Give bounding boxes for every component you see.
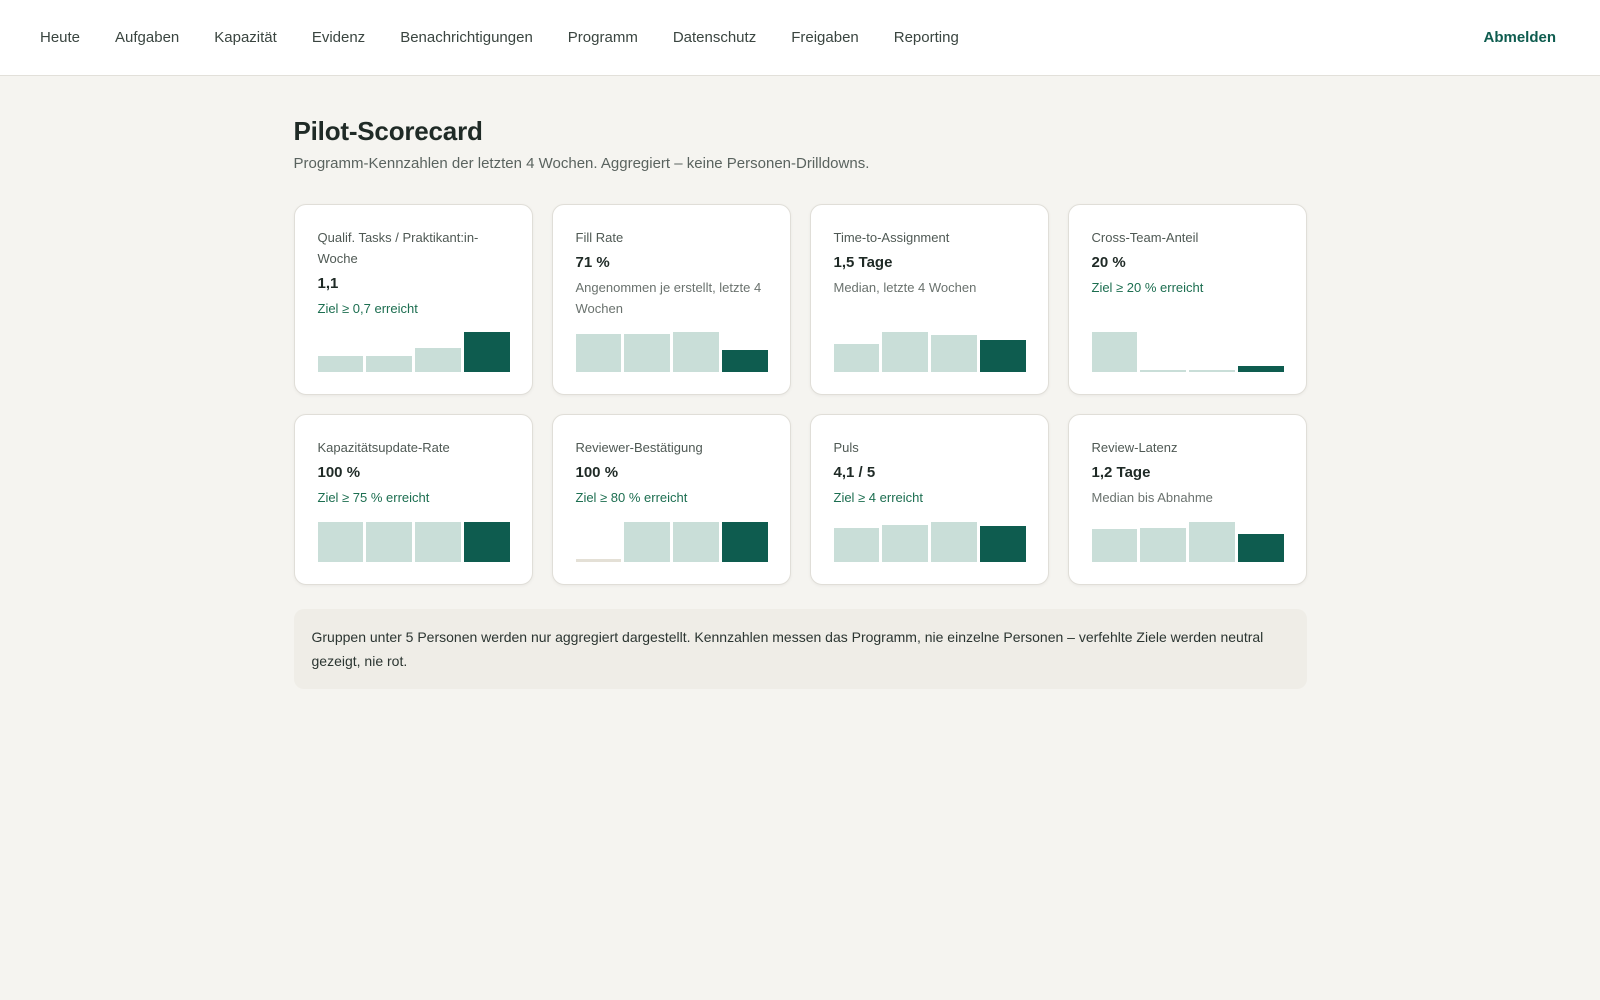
kpi-card-review-latenz: Review-Latenz 1,2 Tage Median bis Abnahm…: [1067, 414, 1307, 585]
kpi-note: Ziel ≥ 75 % erreicht: [317, 490, 430, 505]
kpi-card-cross-team: Cross-Team-Anteil 20 % Ziel ≥ 20 % errei…: [1067, 204, 1307, 395]
nav-item-datenschutz[interactable]: Datenschutz: [673, 29, 756, 46]
trend-bar-week-2: [1140, 370, 1186, 372]
nav-item-evidenz[interactable]: Evidenz: [312, 29, 365, 46]
trend-bar-week-4: [1237, 366, 1284, 372]
trend-bar-week-3: [1189, 370, 1235, 372]
trend-bar-week-3: [931, 335, 977, 372]
kpi-label: Kapazitätsupdate-Rate: [317, 440, 450, 455]
kpi-card-time-to-assignment: Time-to-Assignment 1,5 Tage Median, letz…: [809, 204, 1049, 395]
kpi-note: Ziel ≥ 80 % erreicht: [575, 490, 688, 505]
trend-bar-week-1: [575, 559, 622, 562]
trend-bar-week-1: [833, 344, 880, 372]
trend-bar-week-3: [415, 522, 461, 562]
trend-bar-week-4: [979, 340, 1026, 372]
page-title: Pilot-Scorecard: [293, 116, 483, 146]
trend-bar-week-3: [931, 522, 977, 562]
kpi-note: Median bis Abnahme: [1091, 490, 1213, 505]
kpi-note: Ziel ≥ 0,7 erreicht: [317, 301, 418, 316]
trend-bar-week-4: [721, 522, 768, 562]
kpi-value: 100 %: [317, 464, 361, 481]
trend-bar-week-1: [833, 528, 880, 562]
trend-bar-week-1: [575, 334, 622, 372]
kpi-trend-chart: [833, 522, 1026, 562]
nav-item-aufgaben[interactable]: Aufgaben: [115, 29, 179, 46]
kpi-label: Puls: [833, 440, 859, 455]
kpi-note: Ziel ≥ 20 % erreicht: [1091, 280, 1204, 295]
kpi-label: Review-Latenz: [1091, 440, 1178, 455]
trend-bar-week-1: [317, 356, 364, 372]
kpi-value: 71 %: [575, 254, 610, 271]
trend-bar-week-2: [1140, 528, 1186, 562]
trend-bar-week-2: [366, 356, 412, 372]
kpi-value: 1,2 Tage: [1091, 464, 1151, 481]
logout-link[interactable]: Abmelden: [1483, 29, 1556, 46]
kpi-note: Ziel ≥ 4 erreicht: [833, 490, 924, 505]
kpi-value: 1,5 Tage: [833, 254, 893, 271]
kpi-label: Cross-Team-Anteil: [1091, 230, 1199, 245]
trend-bar-week-2: [882, 332, 928, 372]
top-navigation: Heute Aufgaben Kapazität Evidenz Benachr…: [0, 0, 1600, 76]
kpi-note: Angenommen je erstellt, letzte 4 Wochen: [575, 280, 762, 316]
kpi-card-qualif-tasks: Qualif. Tasks / Praktikant:in-Woche 1,1 …: [293, 204, 533, 395]
trend-bar-week-3: [673, 332, 719, 372]
kpi-trend-chart: [575, 522, 768, 562]
trend-bar-week-4: [721, 350, 768, 372]
kpi-card-kapazitaetsupdate: Kapazitätsupdate-Rate 100 % Ziel ≥ 75 % …: [293, 414, 533, 585]
nav-list: Heute Aufgaben Kapazität Evidenz Benachr…: [40, 29, 994, 46]
scorecard-grid: Qualif. Tasks / Praktikant:in-Woche 1,1 …: [293, 204, 1307, 585]
kpi-trend-chart: [833, 332, 1026, 372]
trend-bar-week-2: [366, 522, 412, 562]
nav-item-programm[interactable]: Programm: [568, 29, 638, 46]
kpi-card-puls: Puls 4,1 / 5 Ziel ≥ 4 erreicht: [809, 414, 1049, 585]
kpi-label: Time-to-Assignment: [833, 230, 950, 245]
trend-bar-week-4: [979, 526, 1026, 562]
kpi-value: 100 %: [575, 464, 619, 481]
trend-bar-week-3: [673, 522, 719, 562]
kpi-value: 1,1: [317, 275, 339, 292]
kpi-label: Qualif. Tasks / Praktikant:in-Woche: [317, 230, 479, 266]
kpi-trend-chart: [1091, 522, 1284, 562]
kpi-trend-chart: [317, 332, 510, 372]
nav-item-heute[interactable]: Heute: [40, 29, 80, 46]
trend-bar-week-4: [463, 522, 510, 562]
trend-bar-week-3: [415, 348, 461, 372]
kpi-note: Median, letzte 4 Wochen: [833, 280, 977, 295]
kpi-card-fill-rate: Fill Rate 71 % Angenommen je erstellt, l…: [551, 204, 791, 395]
kpi-trend-chart: [317, 522, 510, 562]
main-content: Pilot-Scorecard Programm-Kennzahlen der …: [293, 76, 1307, 689]
trend-bar-week-2: [882, 525, 928, 562]
nav-item-reporting[interactable]: Reporting: [894, 29, 959, 46]
nav-item-freigaben[interactable]: Freigaben: [791, 29, 859, 46]
trend-bar-week-1: [1091, 332, 1138, 372]
kpi-trend-chart: [575, 332, 768, 372]
trend-bar-week-4: [463, 332, 510, 372]
kpi-value: 4,1 / 5: [833, 464, 876, 481]
trend-bar-week-4: [1237, 534, 1284, 562]
privacy-footnote: Gruppen unter 5 Personen werden nur aggr…: [293, 609, 1307, 689]
nav-item-benachrichtigungen[interactable]: Benachrichtigungen: [400, 29, 533, 46]
kpi-label: Fill Rate: [575, 230, 624, 245]
trend-bar-week-1: [317, 522, 364, 562]
trend-bar-week-1: [1091, 529, 1138, 562]
trend-bar-week-2: [624, 522, 670, 562]
kpi-value: 20 %: [1091, 254, 1126, 271]
page-subtitle: Programm-Kennzahlen der letzten 4 Wochen…: [293, 155, 870, 172]
kpi-trend-chart: [1091, 332, 1284, 372]
kpi-card-reviewer-bestaetigung: Reviewer-Bestätigung 100 % Ziel ≥ 80 % e…: [551, 414, 791, 585]
kpi-label: Reviewer-Bestätigung: [575, 440, 703, 455]
trend-bar-week-3: [1189, 522, 1235, 562]
nav-item-kapazitaet[interactable]: Kapazität: [214, 29, 277, 46]
trend-bar-week-2: [624, 334, 670, 372]
